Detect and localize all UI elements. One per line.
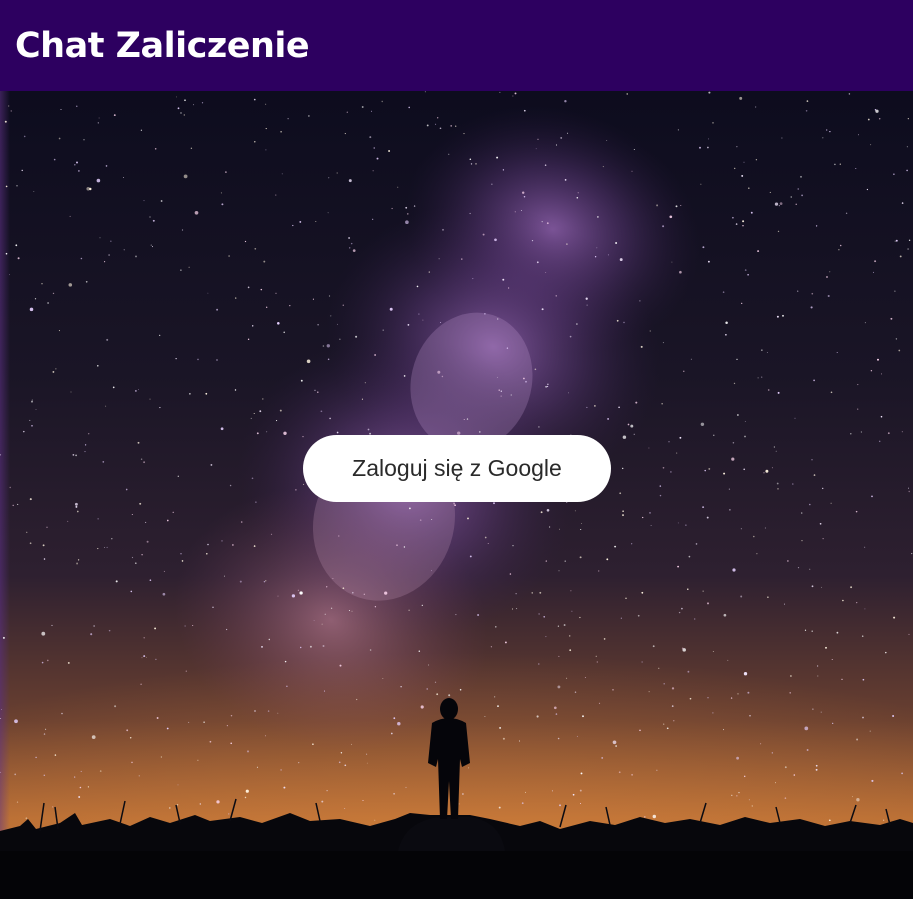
google-login-button[interactable]: Zaloguj się z Google (303, 435, 611, 502)
app-header: Chat Zaliczenie (0, 0, 913, 91)
app-title: Chat Zaliczenie (15, 25, 310, 66)
app-root: Chat Zaliczenie Zaloguj się z Google (0, 0, 913, 899)
